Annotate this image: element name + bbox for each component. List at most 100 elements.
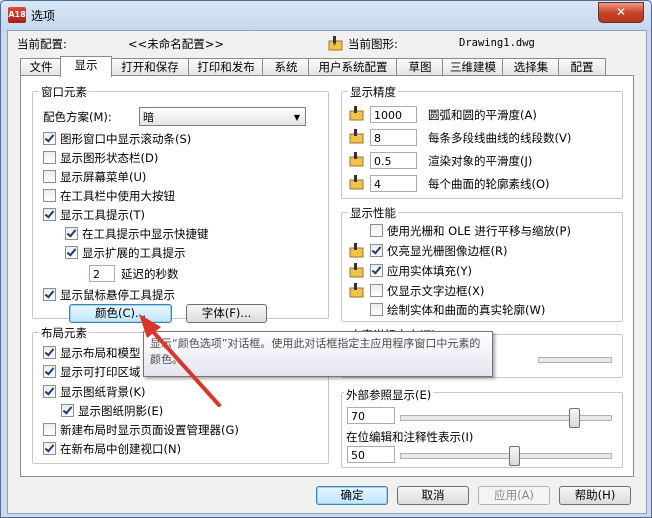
- paper-shadow-checkbox[interactable]: 显示图纸阴影(E): [61, 404, 163, 419]
- tooltip-delay-input[interactable]: 2: [89, 265, 115, 282]
- drawing-saved-icon: [349, 129, 364, 144]
- drawing-saved-icon: [349, 106, 364, 121]
- drawing-saved-icon: [349, 283, 364, 298]
- tab-display[interactable]: 显示: [60, 56, 112, 77]
- checkbox-box: [43, 170, 56, 183]
- checkbox-box: [43, 442, 56, 455]
- paper-background-checkbox[interactable]: 显示图纸背景(K): [43, 385, 146, 400]
- show-scrollbars-checkbox[interactable]: 图形窗口中显示滚动条(S): [43, 132, 191, 147]
- render-smoothness-input[interactable]: 0.5: [370, 152, 417, 169]
- fade-control-group: 外部参照显示(E) 70 在位编辑和注释性表示(I) 50: [341, 387, 623, 468]
- window-elements-title: 窗口元素: [39, 84, 89, 100]
- checkbox-box: [43, 288, 56, 301]
- window-elements-group: 窗口元素 配色方案(M): 暗 ▼ 图形窗口中显示滚动条(S) 显示图形状态栏(…: [32, 84, 329, 323]
- extended-tooltips-checkbox[interactable]: 显示扩展的工具提示: [65, 246, 186, 261]
- window-title: 选项: [31, 9, 56, 23]
- dialog-body: 当前配置: <<未命名配置>> 当前图形: Drawing1.dwg 文件 显示…: [7, 30, 647, 514]
- tab-user-preferences[interactable]: 用户系统配置: [308, 58, 398, 76]
- show-screen-menu-checkbox[interactable]: 显示屏幕菜单(U): [43, 170, 146, 185]
- autocad-app-icon: A18: [8, 7, 26, 23]
- printable-area-checkbox[interactable]: 显示可打印区域: [43, 365, 141, 380]
- checkbox-box: [43, 151, 56, 164]
- title-bar[interactable]: A18 选项 ✕: [1, 1, 651, 29]
- page-setup-manager-checkbox[interactable]: 新建布局时显示页面设置管理器(G): [43, 423, 239, 438]
- checkbox-box: [61, 404, 74, 417]
- polyline-segments-label: 每条多段线曲线的线段数(V): [428, 131, 572, 145]
- color-scheme-select[interactable]: 暗 ▼: [139, 107, 306, 126]
- true-silhouettes-checkbox[interactable]: 绘制实体和曲面的真实轮廓(W): [370, 303, 545, 318]
- tab-system[interactable]: 系统: [262, 58, 310, 76]
- colors-button[interactable]: 颜色(C)...: [69, 304, 172, 323]
- show-status-bar-checkbox[interactable]: 显示图形状态栏(D): [43, 151, 158, 166]
- inplace-edit-fade-slider[interactable]: [400, 453, 612, 459]
- tab-profiles[interactable]: 配置: [558, 58, 606, 76]
- tab-plot-and-publish[interactable]: 打印和发布: [188, 58, 264, 76]
- crosshair-size-slider[interactable]: [538, 357, 612, 363]
- drawing-saved-icon: [349, 175, 364, 190]
- cancel-button[interactable]: 取消: [397, 486, 469, 505]
- tab-selection[interactable]: 选择集: [502, 58, 560, 76]
- tab-3d-modeling[interactable]: 三维建模: [442, 58, 504, 76]
- checkbox-label: 显示图纸阴影(E): [78, 404, 164, 418]
- polyline-segments-input[interactable]: 8: [370, 129, 417, 146]
- checkbox-box: [370, 244, 383, 257]
- text-boundary-checkbox[interactable]: 仅显示文字边框(X): [370, 284, 484, 299]
- xref-fade-label: 外部参照显示(E): [344, 387, 434, 403]
- create-viewport-checkbox[interactable]: 在新布局中创建视口(N): [43, 442, 181, 457]
- checkbox-label: 使用光栅和 OLE 进行平移与缩放(P): [387, 224, 571, 238]
- checkbox-box: [65, 227, 78, 240]
- tab-open-and-save[interactable]: 打开和保存: [110, 58, 190, 76]
- large-buttons-checkbox[interactable]: 在工具栏中使用大按钮: [43, 189, 175, 204]
- xref-fade-slider[interactable]: [400, 415, 612, 421]
- solid-fill-checkbox[interactable]: 应用实体填充(Y): [370, 264, 472, 279]
- checkbox-label: 显示扩展的工具提示: [82, 246, 186, 260]
- tab-drafting[interactable]: 草图: [396, 58, 444, 76]
- checkbox-box: [370, 224, 383, 237]
- current-drawing-label: 当前图形:: [348, 37, 398, 51]
- tooltip-shortcut-keys-checkbox[interactable]: 在工具提示中显示快捷键: [65, 227, 209, 242]
- checkbox-label: 新建布局时显示页面设置管理器(G): [60, 423, 239, 437]
- tab-files[interactable]: 文件: [20, 58, 62, 76]
- checkbox-label: 仅亮显光栅图像边框(R): [387, 244, 508, 258]
- checkbox-box: [370, 264, 383, 277]
- show-tooltips-checkbox[interactable]: 显示工具提示(T): [43, 208, 145, 223]
- render-smoothness-label: 渲染对象的平滑度(J): [428, 154, 533, 168]
- xref-fade-slider-thumb[interactable]: [569, 408, 580, 428]
- apply-button[interactable]: 应用(A): [478, 486, 550, 505]
- drawing-icon: [328, 36, 343, 51]
- drawing-saved-icon: [349, 152, 364, 167]
- help-button[interactable]: 帮助(H): [559, 486, 631, 505]
- close-button[interactable]: ✕: [598, 2, 644, 23]
- checkbox-label: 显示图形状态栏(D): [60, 151, 159, 165]
- drawing-saved-icon: [349, 263, 364, 278]
- arc-smoothness-input[interactable]: 1000: [370, 106, 417, 123]
- tooltip-delay-label: 延迟的秒数: [121, 267, 179, 281]
- color-scheme-value: 暗: [143, 111, 154, 124]
- layout-model-tabs-checkbox[interactable]: 显示布局和模型: [43, 346, 141, 361]
- checkbox-box: [43, 132, 56, 145]
- raster-frame-only-checkbox[interactable]: 仅亮显光栅图像边框(R): [370, 244, 507, 259]
- contour-lines-input[interactable]: 4: [370, 175, 417, 192]
- ok-button[interactable]: 确定: [316, 486, 388, 505]
- checkbox-label: 显示屏幕菜单(U): [60, 170, 147, 184]
- current-profile-value: <<未命名配置>>: [128, 37, 225, 51]
- checkbox-box: [370, 303, 383, 316]
- rollover-tooltips-checkbox[interactable]: 显示鼠标悬停工具提示: [43, 288, 175, 303]
- inplace-edit-fade-slider-thumb[interactable]: [509, 446, 520, 466]
- arc-smoothness-label: 圆弧和圆的平滑度(A): [428, 108, 537, 122]
- display-resolution-group: 显示精度 1000 圆弧和圆的平滑度(A) 8 每条多段线曲线的线段数(V) 0…: [341, 84, 623, 199]
- current-profile-label: 当前配置:: [17, 37, 67, 51]
- color-scheme-label: 配色方案(M):: [43, 110, 112, 124]
- colors-button-tooltip: 显示“颜色选项”对话框。使用此对话框指定主应用程序窗口中元素的颜色。: [143, 331, 493, 377]
- checkbox-box: [43, 208, 56, 221]
- checkbox-box: [43, 423, 56, 436]
- current-drawing-value: Drawing1.dwg: [459, 37, 535, 49]
- layout-elements-title: 布局元素: [39, 325, 89, 341]
- xref-fade-input[interactable]: 70: [347, 407, 395, 424]
- checkbox-label: 显示可打印区域: [60, 365, 141, 379]
- raster-ole-pan-zoom-checkbox[interactable]: 使用光栅和 OLE 进行平移与缩放(P): [370, 224, 571, 239]
- checkbox-label: 在工具栏中使用大按钮: [60, 189, 175, 203]
- inplace-edit-fade-input[interactable]: 50: [347, 446, 395, 463]
- fonts-button[interactable]: 字体(F)...: [186, 304, 267, 323]
- display-tab-panel: 窗口元素 配色方案(M): 暗 ▼ 图形窗口中显示滚动条(S) 显示图形状态栏(…: [20, 75, 634, 477]
